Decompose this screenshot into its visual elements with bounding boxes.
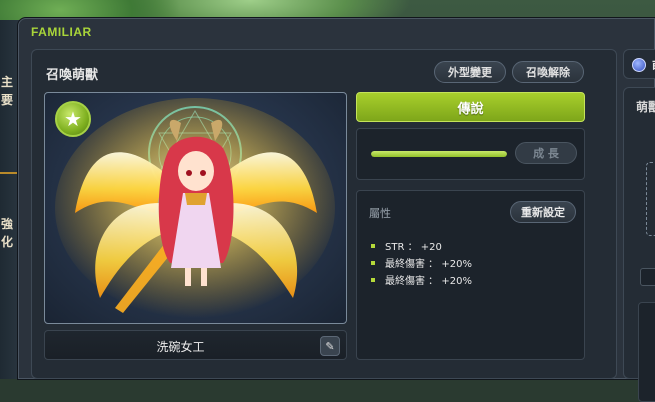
familiar-side-panel: 萌獸 萌獸羅 + – [623,49,655,402]
appearance-change-button[interactable]: 外型變更 [434,61,506,83]
side-panel-body: 萌獸羅 + – [623,87,655,402]
attributes-list: STR ： +20 最終傷害 ： +20% 最終傷害 ： +20% [371,237,472,288]
familiar-portrait: ★ [44,92,347,324]
familiar-window: FAMILIAR 召喚萌獸 外型變更 召喚解除 ★ 洗碗女工 ✎ 傳說 成 長 … [18,18,655,402]
side-menu-char-3: 強 [1,217,14,231]
side-menu-char-1: 主 [1,75,14,89]
side-menu-divider [0,172,20,174]
panel-title: 召喚萌獸 [46,68,99,83]
familiar-illustration [55,98,335,318]
side-tab[interactable]: 萌獸 [623,49,655,79]
reset-attributes-button[interactable]: 重新設定 [510,201,576,223]
minus-icon[interactable]: – [640,268,655,286]
add-familiar-slot[interactable]: + [646,162,655,236]
familiar-name: 洗碗女工 [156,340,205,354]
attribute-item: 最終傷害 ： +20% [371,271,472,288]
summon-familiar-panel: 召喚萌獸 外型變更 召喚解除 ★ 洗碗女工 ✎ 傳說 成 長 屬性 重新設定 S… [31,49,617,379]
attribute-item: STR ： +20 [371,237,472,254]
attribute-item: 最終傷害 ： +20% [371,254,472,271]
bullet-icon [371,243,375,248]
dismiss-summon-button[interactable]: 召喚解除 [512,61,584,83]
familiar-name-bar: 洗碗女工 ✎ [44,330,347,360]
globe-icon [632,58,646,72]
star-icon: ★ [55,101,91,137]
grade-label: 傳說 [356,92,585,122]
side-menu-char-4: 化 [1,235,14,249]
pencil-icon[interactable]: ✎ [320,336,340,356]
growth-button[interactable]: 成 長 [515,142,577,164]
side-info-box [638,302,655,402]
attributes-panel: 屬性 重新設定 STR ： +20 最終傷害 ： +20% 最終傷害 ： +20… [356,190,585,360]
bullet-icon [371,277,375,282]
attributes-title: 屬性 [369,207,391,220]
side-menu-char-2: 要 [1,93,14,107]
side-section-title: 萌獸羅 [636,100,655,114]
growth-progress-fill [371,151,507,157]
growth-panel: 成 長 [356,128,585,180]
bullet-icon [371,260,375,265]
growth-progress-bar [371,151,507,157]
window-title: FAMILIAR [31,25,92,39]
